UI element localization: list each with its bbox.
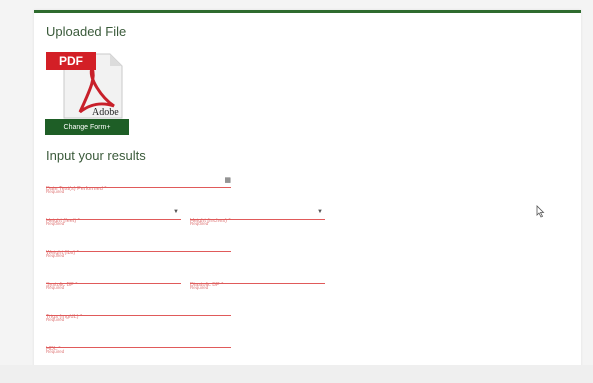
required-hint: Required — [46, 349, 65, 354]
required-hint: Required — [46, 285, 65, 290]
required-hint: Required — [46, 221, 65, 226]
change-form-button[interactable]: Change Form+ — [45, 119, 129, 135]
required-hint: Required — [190, 221, 209, 226]
height-inches-select[interactable]: Height (inches) * ▼ Required — [190, 209, 325, 231]
mouse-cursor-icon — [536, 205, 545, 223]
weight-field[interactable]: Weight (lbs) * Required — [46, 241, 231, 263]
height-feet-select[interactable]: Height (feet) * ▼ Required — [46, 209, 181, 231]
uploaded-file-title: Uploaded File — [46, 24, 127, 39]
adobe-label: Adobe — [92, 107, 119, 118]
date-underline — [46, 187, 231, 188]
height-feet-underline — [46, 219, 181, 220]
diastolic-underline — [190, 283, 325, 284]
systolic-bp-field[interactable]: Systolic BP * Required — [46, 273, 181, 295]
hdl-field[interactable]: HDL * Required — [46, 337, 231, 359]
calendar-icon[interactable]: ▦ — [224, 176, 231, 184]
hdl-underline — [46, 347, 231, 348]
bottom-strip — [0, 365, 593, 383]
date-performed-field[interactable]: Date Test(s) Performed * ▦ Required — [46, 177, 231, 199]
required-hint: Required — [190, 285, 209, 290]
required-hint: Required — [46, 317, 65, 322]
diastolic-bp-field[interactable]: Diastolic BP * Required — [190, 273, 325, 295]
trigs-underline — [46, 315, 231, 316]
trigs-field[interactable]: Trigs (mg/dL) * Required — [46, 305, 231, 327]
weight-underline — [46, 251, 231, 252]
pdf-file-icon[interactable]: PDF Adobe — [46, 50, 124, 125]
height-inches-underline — [190, 219, 325, 220]
chevron-down-icon: ▼ — [173, 209, 179, 215]
required-hint: Required — [46, 189, 65, 194]
systolic-underline — [46, 283, 181, 284]
form-card: Uploaded File PDF Adobe Change Form+ Inp… — [34, 10, 581, 368]
input-results-title: Input your results — [46, 148, 146, 163]
chevron-down-icon: ▼ — [317, 209, 323, 215]
pdf-label: PDF — [59, 54, 83, 68]
required-hint: Required — [46, 253, 65, 258]
